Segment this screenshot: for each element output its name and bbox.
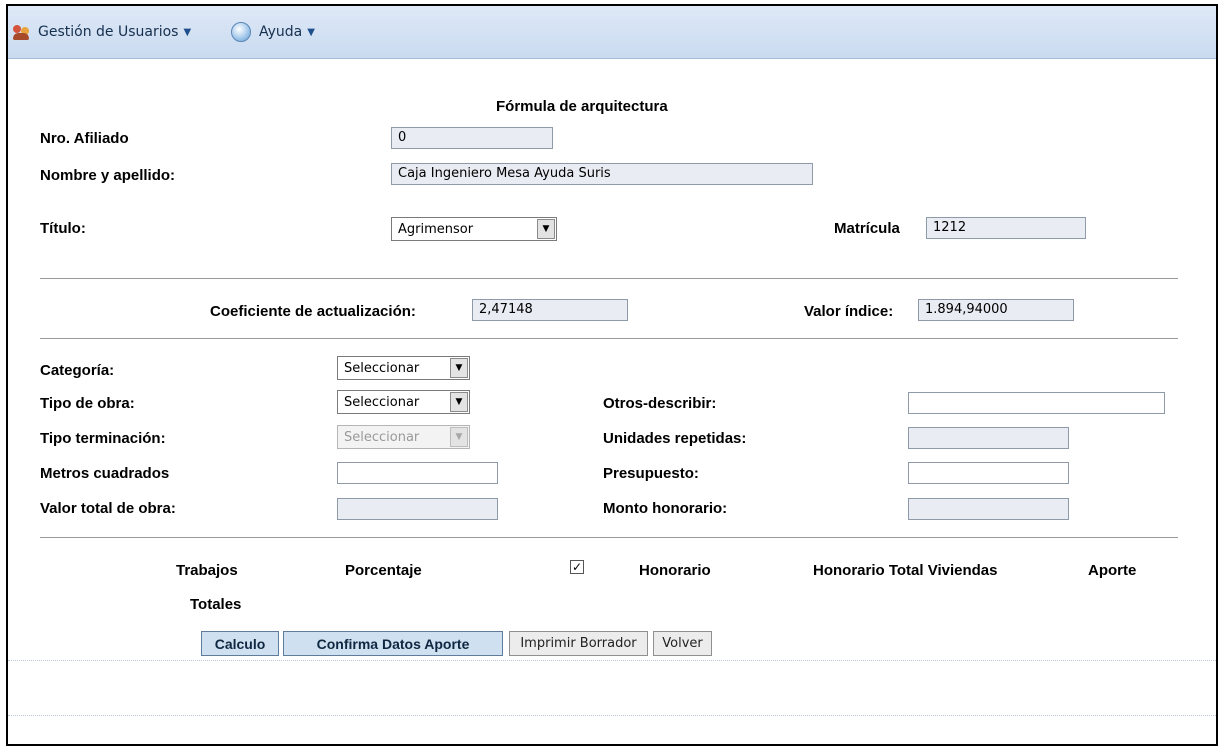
divider xyxy=(40,537,1178,538)
categoria-label: Categoría: xyxy=(40,362,115,379)
tipo-obra-select-value: Seleccionar xyxy=(344,394,420,410)
separator xyxy=(8,715,1216,716)
chevron-down-icon: ▼ xyxy=(183,26,192,38)
valor-total-label: Valor total de obra: xyxy=(40,500,176,517)
otros-label: Otros-describir: xyxy=(603,395,717,412)
menu-gestion-usuarios[interactable]: Gestión de Usuarios ▼ xyxy=(12,20,191,44)
select-all-checkbox[interactable]: ✓ xyxy=(570,560,584,574)
titulo-select[interactable]: Agrimensor ▼ xyxy=(391,217,557,241)
categoria-select[interactable]: Seleccionar ▼ xyxy=(337,356,470,380)
titulo-select-value: Agrimensor xyxy=(398,221,474,237)
presupuesto-field[interactable] xyxy=(908,462,1069,484)
menu-gestion-usuarios-label: Gestión de Usuarios xyxy=(38,24,179,40)
chevron-down-icon: ▼ xyxy=(537,219,555,239)
chevron-down-icon: ▼ xyxy=(450,392,468,412)
users-icon xyxy=(12,23,30,41)
help-icon xyxy=(231,22,251,42)
tipo-terminacion-label: Tipo terminación: xyxy=(40,430,166,447)
divider xyxy=(40,278,1178,279)
calculo-button[interactable]: Calculo xyxy=(201,631,279,656)
valor-indice-field[interactable]: 1.894,94000 xyxy=(918,299,1074,321)
matricula-label: Matrícula xyxy=(834,220,900,237)
tipo-obra-select[interactable]: Seleccionar ▼ xyxy=(337,390,470,414)
nombre-field[interactable]: Caja Ingeniero Mesa Ayuda Suris xyxy=(391,163,813,185)
monto-label: Monto honorario: xyxy=(603,500,728,517)
totales-label: Totales xyxy=(190,596,242,613)
tipo-terminacion-select[interactable]: Seleccionar ▼ xyxy=(337,425,470,449)
form-title: Fórmula de arquitectura xyxy=(496,98,668,115)
divider xyxy=(40,338,1178,339)
nombre-label: Nombre y apellido: xyxy=(40,167,176,184)
header-aporte: Aporte xyxy=(1088,562,1137,579)
metros-label: Metros cuadrados xyxy=(40,465,170,482)
separator xyxy=(8,660,1216,661)
monto-field[interactable] xyxy=(908,498,1069,520)
app-window: Gestión de Usuarios ▼ Ayuda ▼ Fórmula de… xyxy=(6,4,1218,746)
confirma-button[interactable]: Confirma Datos Aporte xyxy=(283,631,503,656)
chevron-down-icon: ▼ xyxy=(307,26,315,38)
presupuesto-label: Presupuesto: xyxy=(603,465,699,482)
header-trabajos: Trabajos xyxy=(176,562,238,579)
matricula-field[interactable]: 1212 xyxy=(926,217,1086,239)
coeficiente-label: Coeficiente de actualización: xyxy=(210,303,416,320)
tipo-obra-label: Tipo de obra: xyxy=(40,395,135,412)
menu-ayuda[interactable]: Ayuda ▼ xyxy=(231,20,315,44)
header-porcentaje: Porcentaje xyxy=(345,562,422,579)
afiliado-field[interactable]: 0 xyxy=(391,127,553,149)
coeficiente-field[interactable]: 2,47148 xyxy=(472,299,628,321)
header-honorario-total: Honorario Total Viviendas xyxy=(813,562,998,579)
valor-indice-label: Valor índice: xyxy=(804,303,894,320)
menu-bar: Gestión de Usuarios ▼ Ayuda ▼ xyxy=(8,6,1216,59)
header-honorario: Honorario xyxy=(639,562,711,579)
metros-field[interactable] xyxy=(337,462,498,484)
unidades-label: Unidades repetidas: xyxy=(603,430,747,447)
unidades-field[interactable] xyxy=(908,427,1069,449)
chevron-down-icon: ▼ xyxy=(450,358,468,378)
volver-button[interactable]: Volver xyxy=(653,631,712,656)
imprimir-button[interactable]: Imprimir Borrador xyxy=(509,631,648,656)
otros-field[interactable] xyxy=(908,392,1165,414)
menu-ayuda-label: Ayuda xyxy=(259,24,303,40)
afiliado-label: Nro. Afiliado xyxy=(40,130,129,147)
categoria-select-value: Seleccionar xyxy=(344,360,420,376)
chevron-down-icon: ▼ xyxy=(450,427,468,447)
valor-total-field[interactable] xyxy=(337,498,498,520)
titulo-label: Título: xyxy=(40,220,86,237)
tipo-terminacion-select-value: Seleccionar xyxy=(344,429,420,445)
